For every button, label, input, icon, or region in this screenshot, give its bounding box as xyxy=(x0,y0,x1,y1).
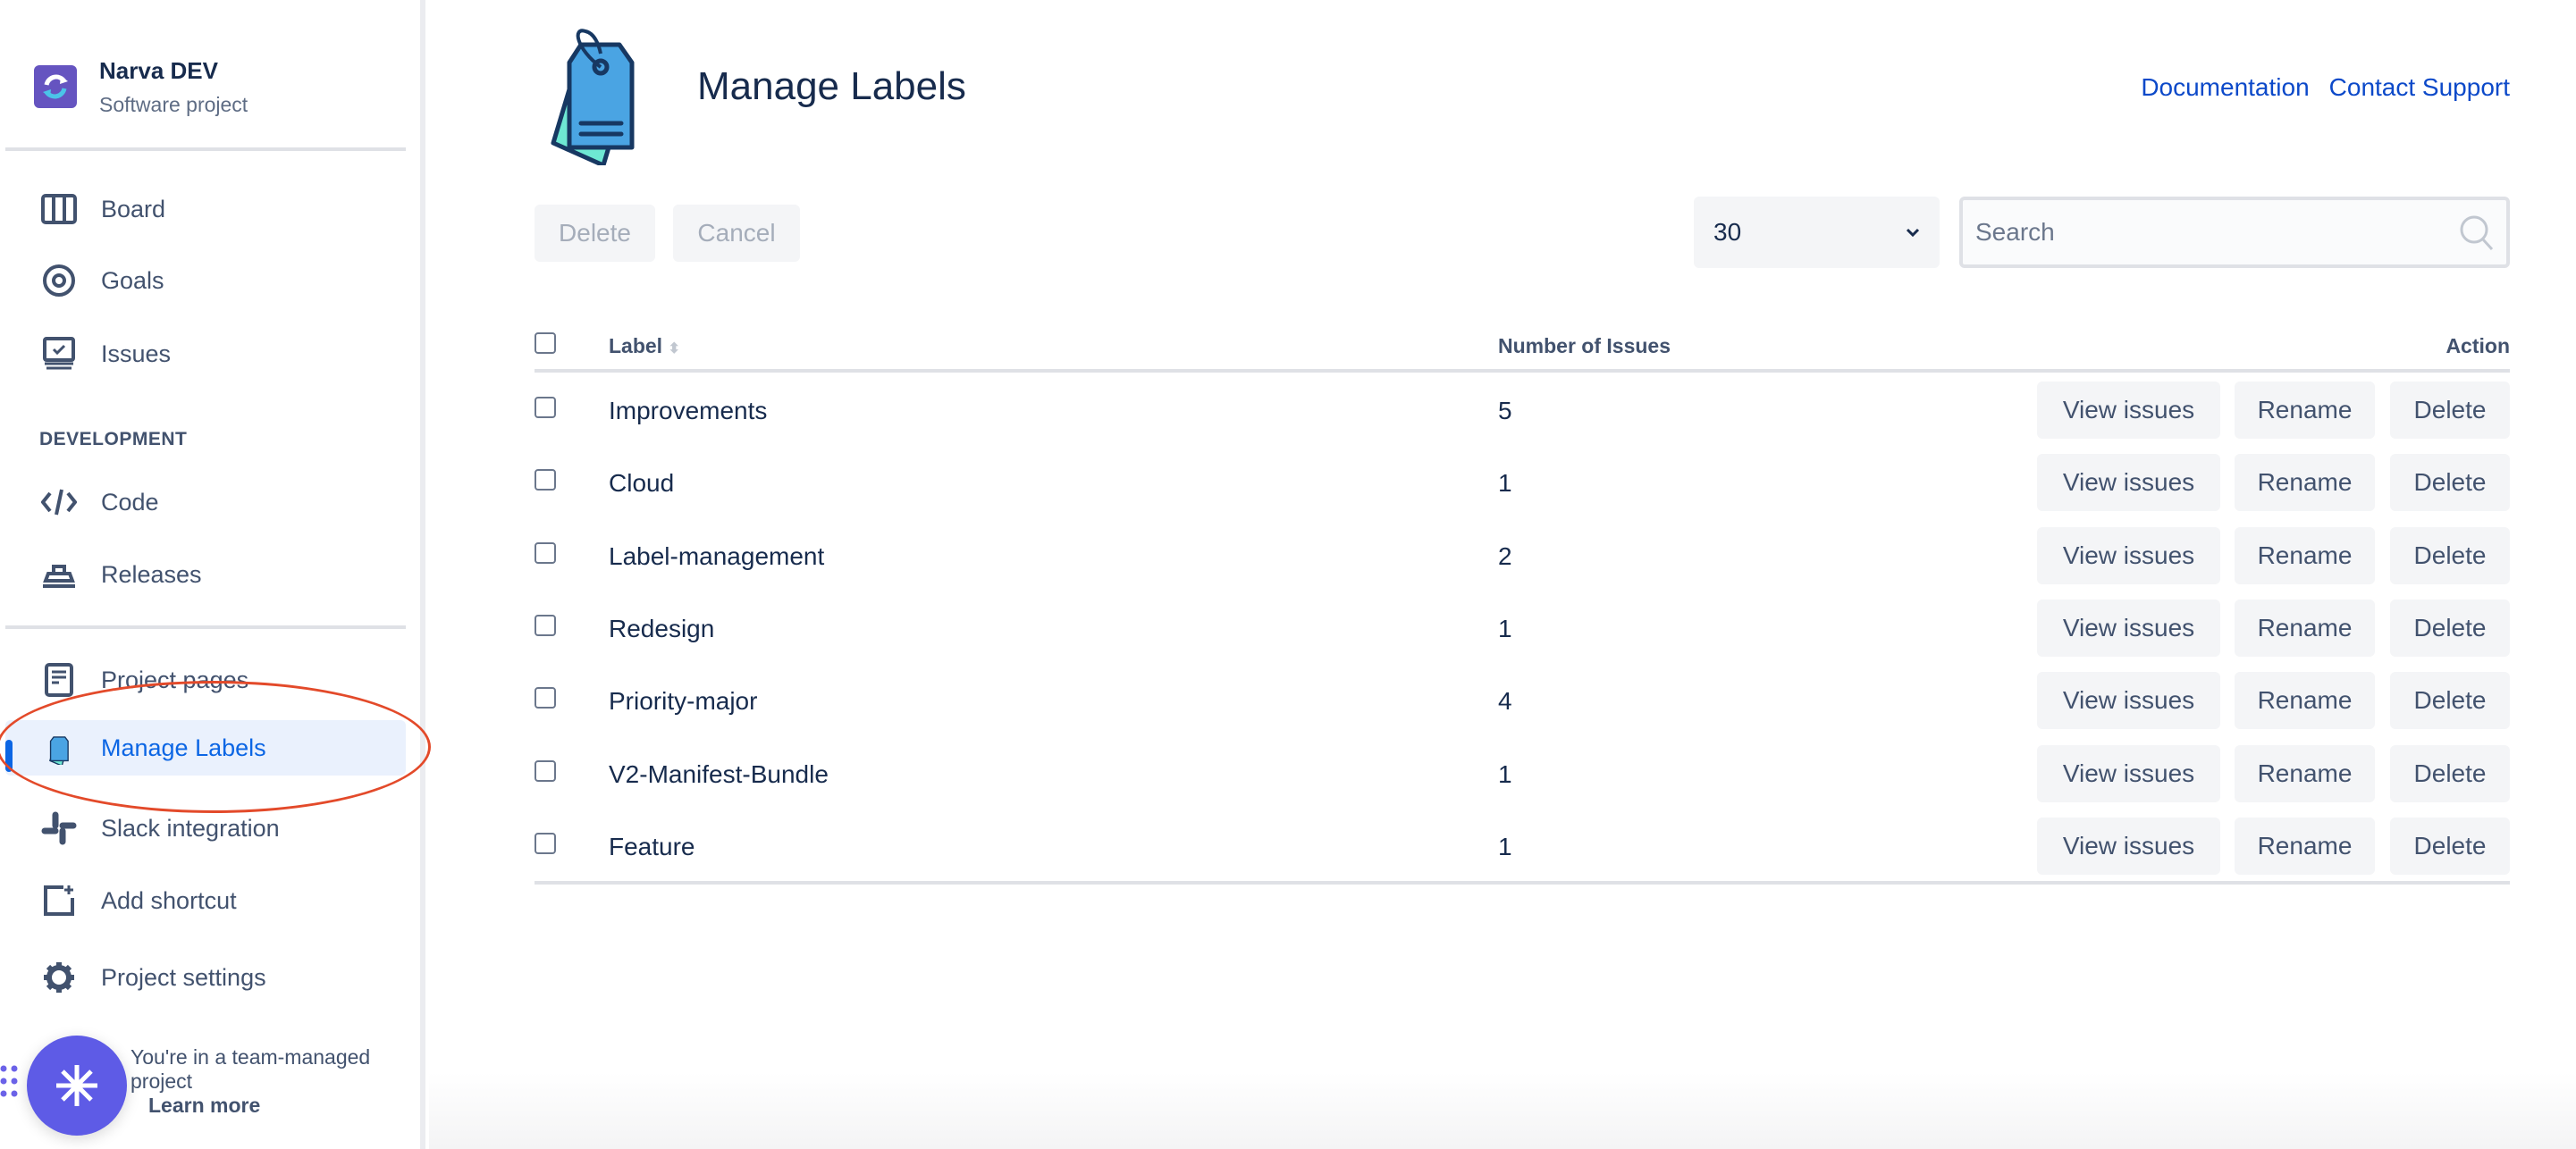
column-header-text: Label xyxy=(609,334,663,357)
table-row: Priority-major 4 View issues Rename Delete xyxy=(0,664,2576,736)
issues-icon xyxy=(39,334,79,373)
delete-button[interactable]: Delete xyxy=(2390,672,2510,730)
search-icon[interactable] xyxy=(2458,214,2494,251)
issue-count: 1 xyxy=(1498,469,1512,498)
view-issues-button[interactable]: View issues xyxy=(2037,526,2220,584)
table-row: V2-Manifest-Bundle 1 View issues Rename Dele… xyxy=(0,737,2576,809)
view-issues-button[interactable]: View issues xyxy=(2037,382,2220,439)
select-all-checkbox[interactable] xyxy=(535,332,556,354)
view-issues-button[interactable]: View issues xyxy=(2037,744,2220,802)
row-checkbox[interactable] xyxy=(535,469,556,491)
gear-icon xyxy=(39,958,79,997)
row-checkbox[interactable] xyxy=(535,759,556,782)
label-name: Label-management xyxy=(609,541,825,570)
row-checkbox[interactable] xyxy=(535,687,556,709)
table-row: Feature 1 View issues Rename Delete xyxy=(0,809,2576,882)
contact-support-link[interactable]: Contact Support xyxy=(2329,73,2510,102)
bottom-fade xyxy=(429,1072,2576,1149)
rename-button[interactable]: Rename xyxy=(2235,672,2375,730)
board-icon xyxy=(39,189,79,229)
learn-more-link[interactable]: Learn more xyxy=(148,1094,260,1118)
view-issues-button[interactable]: View issues xyxy=(2037,454,2220,512)
issue-count: 1 xyxy=(1498,614,1512,642)
sidebar-item-label: Issues xyxy=(101,340,172,367)
row-checkbox[interactable] xyxy=(535,397,556,418)
chevron-down-icon xyxy=(1906,228,1920,238)
view-issues-button[interactable]: View issues xyxy=(2037,817,2220,875)
delete-button[interactable]: Delete xyxy=(2390,599,2510,657)
project-type: Software project xyxy=(99,93,248,116)
page-size-value: 30 xyxy=(1713,218,1742,246)
team-managed-note: You're in a team-managed project xyxy=(130,1045,371,1093)
header-links: Documentation Contact Support xyxy=(2141,73,2510,102)
issue-count: 4 xyxy=(1498,687,1512,716)
table-row: Label-management 2 View issues Rename Delete xyxy=(0,519,2576,591)
delete-button[interactable]: Delete xyxy=(2390,817,2510,875)
manage-labels-logo-icon xyxy=(550,13,639,170)
assistant-fab-button[interactable] xyxy=(27,1036,127,1136)
project-avatar-icon xyxy=(34,65,77,108)
page-title: Manage Labels xyxy=(697,64,966,108)
sidebar-item-project-settings[interactable]: Project settings xyxy=(5,950,406,1005)
add-shortcut-icon xyxy=(39,881,79,920)
sort-icon[interactable]: ⬍ xyxy=(668,341,679,356)
issue-count: 1 xyxy=(1498,759,1512,788)
table-row: Cloud 1 View issues Rename Delete xyxy=(0,446,2576,518)
delete-button[interactable]: Delete xyxy=(2390,382,2510,439)
goals-icon xyxy=(39,261,79,300)
label-name: Priority-major xyxy=(609,687,758,716)
sidebar-item-board[interactable]: Board xyxy=(5,181,406,237)
issue-count: 2 xyxy=(1498,541,1512,570)
row-checkbox[interactable] xyxy=(535,541,556,564)
divider xyxy=(5,147,406,151)
rename-button[interactable]: Rename xyxy=(2235,599,2375,657)
issue-count: 1 xyxy=(1498,832,1512,860)
view-issues-button[interactable]: View issues xyxy=(2037,672,2220,730)
sidebar-item-label: Board xyxy=(101,195,166,222)
header-divider xyxy=(535,369,2510,373)
view-issues-button[interactable]: View issues xyxy=(2037,599,2220,657)
bulk-delete-button[interactable]: Delete xyxy=(535,205,655,262)
sidebar-item-label: Project settings xyxy=(101,963,266,991)
rename-button[interactable]: Rename xyxy=(2235,526,2375,584)
documentation-link[interactable]: Documentation xyxy=(2141,73,2309,102)
rename-button[interactable]: Rename xyxy=(2235,454,2375,512)
delete-button[interactable]: Delete xyxy=(2390,744,2510,802)
drag-handle-icon[interactable] xyxy=(0,1063,20,1099)
sidebar-item-label: Add shortcut xyxy=(101,886,237,914)
row-checkbox[interactable] xyxy=(535,832,556,854)
table-row: Improvements 5 View issues Rename Delete xyxy=(0,373,2576,446)
search-field[interactable] xyxy=(1959,197,2510,268)
row-checkbox[interactable] xyxy=(535,614,556,636)
asterisk-icon xyxy=(56,1065,97,1106)
issue-count: 5 xyxy=(1498,397,1512,424)
label-name: Redesign xyxy=(609,614,715,642)
sidebar-item-goals[interactable]: Goals xyxy=(5,253,406,308)
table-bottom-divider xyxy=(535,881,2510,885)
label-name: Feature xyxy=(609,832,695,860)
cancel-button[interactable]: Cancel xyxy=(673,205,800,262)
delete-button[interactable]: Delete xyxy=(2390,454,2510,512)
project-name[interactable]: Narva DEV xyxy=(99,57,218,85)
page-size-select[interactable]: 30 xyxy=(1694,197,1940,268)
search-input[interactable] xyxy=(1975,218,2422,247)
column-header-action: Action xyxy=(2446,334,2510,357)
column-header-number-of-issues: Number of Issues xyxy=(1498,334,1671,357)
label-name: Improvements xyxy=(609,397,768,424)
rename-button[interactable]: Rename xyxy=(2235,382,2375,439)
table-row: Redesign 1 View issues Rename Delete xyxy=(0,591,2576,664)
column-header-label[interactable]: Label ⬍ xyxy=(609,334,680,358)
rename-button[interactable]: Rename xyxy=(2235,744,2375,802)
label-name: Cloud xyxy=(609,469,675,498)
label-name: V2-Manifest-Bundle xyxy=(609,759,829,788)
delete-button[interactable]: Delete xyxy=(2390,526,2510,584)
rename-button[interactable]: Rename xyxy=(2235,817,2375,875)
sidebar-item-label: Goals xyxy=(101,266,164,294)
